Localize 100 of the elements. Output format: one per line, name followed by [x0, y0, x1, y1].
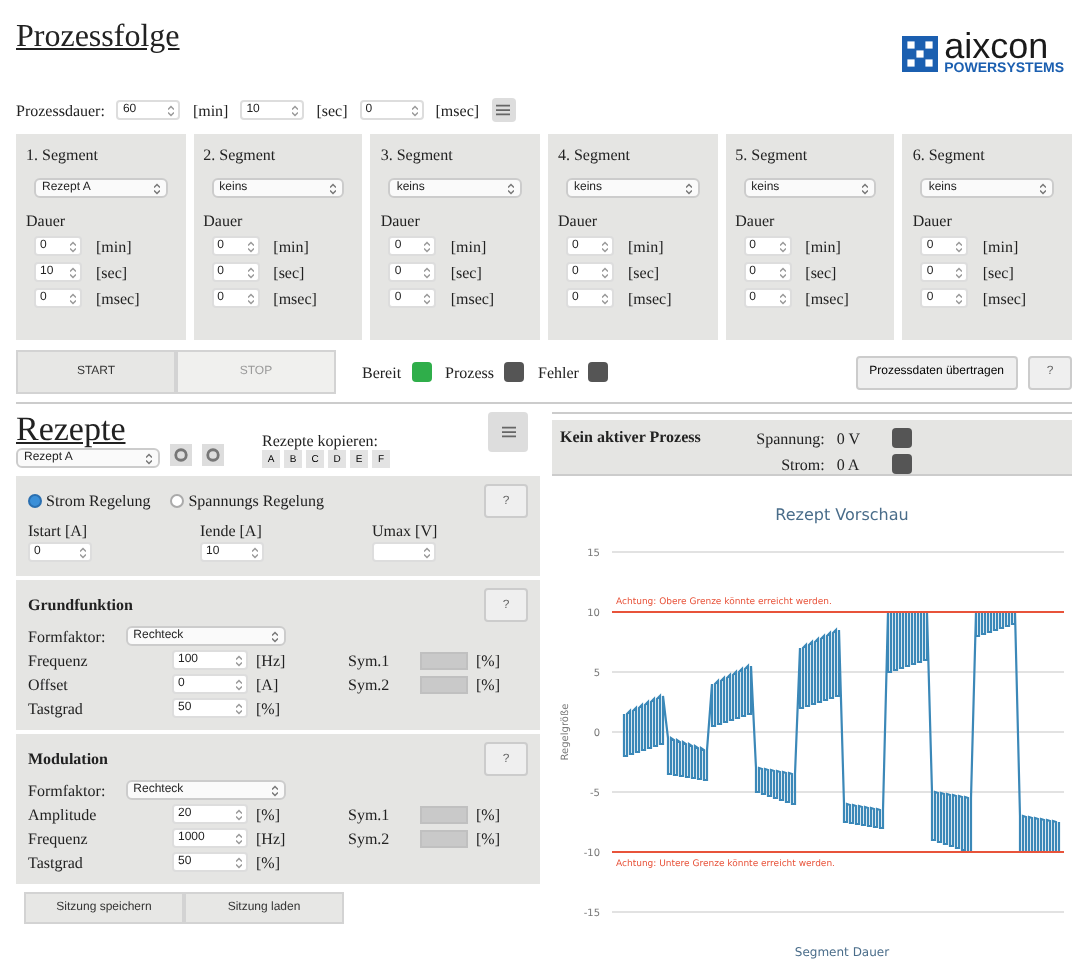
spinner-icon — [779, 265, 786, 279]
segment-title: 6. Segment — [912, 146, 987, 164]
spinner-icon — [424, 545, 430, 559]
unit-label: [msec] — [627, 289, 672, 307]
segment-title: 4. Segment — [557, 146, 632, 164]
unit-label: [sec] — [450, 263, 482, 281]
unit-label: [Hz] — [256, 829, 288, 847]
spinner-icon — [424, 265, 431, 279]
parameter-label: Frequenz — [28, 829, 90, 847]
caret-icon — [271, 783, 278, 797]
unit-label: [msec] — [96, 289, 140, 307]
spinner-icon — [236, 653, 242, 667]
spinner-icon — [601, 239, 608, 253]
reading-value: 0 A — [836, 455, 862, 473]
unit-label: [%] — [256, 853, 282, 871]
unit-label: [sec] — [96, 263, 128, 281]
spinner-icon — [779, 239, 786, 253]
unit-label: [min] — [805, 237, 841, 255]
unit-label: [sec] — [627, 263, 660, 281]
unit-label: [sec] — [316, 101, 348, 119]
unit-label: [msec] — [450, 289, 495, 307]
spinner-icon — [236, 677, 242, 691]
number-field[interactable] — [372, 542, 436, 562]
parameter-label: Istart [A] — [28, 522, 90, 540]
recipe-action-button[interactable] — [170, 444, 192, 466]
indicator-label: Fehler — [538, 363, 579, 381]
spinner-icon — [168, 103, 175, 117]
unit-label: [min] — [192, 101, 229, 119]
parameter-label: Umax [V] — [372, 522, 440, 540]
menu-icon — [501, 426, 515, 438]
caret-icon — [862, 181, 869, 195]
segment-title: 2. Segment — [203, 146, 278, 164]
unit-label: [%] — [476, 651, 502, 669]
caret-icon — [507, 181, 514, 195]
unit-label: [%] — [476, 675, 502, 693]
unit-label: [%] — [256, 699, 282, 717]
parameter-label: Offset — [28, 675, 70, 693]
parameter-label: Sym.2 — [348, 829, 392, 847]
reading-value: 0 V — [836, 429, 862, 447]
spinner-icon — [236, 831, 242, 845]
menu-button[interactable] — [488, 412, 528, 452]
unit-label: [A] — [256, 675, 281, 693]
form-label: Formfaktor: — [28, 627, 106, 645]
spinner-icon — [70, 239, 76, 253]
spinner-icon — [411, 103, 418, 117]
spinner-icon — [601, 265, 608, 279]
radio-button[interactable] — [170, 494, 185, 508]
unit-label: [msec] — [982, 289, 1027, 307]
reading-label: Strom: — [779, 455, 825, 473]
menu-icon — [496, 104, 511, 116]
unit-label: [sec] — [805, 263, 837, 281]
unit-label: [min] — [96, 237, 132, 255]
spinner-icon — [292, 103, 299, 117]
process-status: Kein aktiver Prozess — [560, 428, 701, 450]
spinner-icon — [424, 239, 431, 253]
chart-title: Rezept Vorschau — [775, 506, 909, 524]
spinner-icon — [252, 545, 258, 559]
unit-label: [min] — [273, 237, 309, 255]
recipe-action-button[interactable] — [202, 444, 224, 466]
duration-label: Dauer — [203, 212, 245, 230]
duration-label: Prozessdauer: — [16, 101, 105, 119]
spinner-icon — [236, 701, 242, 715]
parameter-label: Amplitude — [28, 805, 99, 823]
radio-button[interactable] — [28, 494, 42, 508]
duration-label: Dauer — [26, 212, 68, 230]
spinner-icon — [247, 265, 254, 279]
unit-label: [%] — [256, 805, 282, 823]
spinner-icon — [956, 239, 963, 253]
unit-label: [min] — [450, 237, 487, 255]
spinner-icon — [247, 291, 254, 305]
parameter-label: Sym.1 — [348, 805, 392, 823]
duration-label: Dauer — [912, 212, 954, 230]
spinner-icon — [236, 807, 242, 821]
unit-label: [sec] — [273, 263, 305, 281]
radio-label: Strom Regelung — [46, 492, 151, 510]
unit-label: [msec] — [273, 289, 317, 307]
indicator-label: Prozess — [445, 363, 494, 381]
spinner-icon — [956, 265, 963, 279]
duration-label: Dauer — [380, 212, 422, 230]
unit-label: [%] — [476, 805, 502, 823]
section-title: Grundfunktion — [28, 596, 133, 614]
unit-label: [msec] — [805, 289, 849, 307]
section-title: Rezepte — [16, 412, 128, 446]
reading-label: Spannung: — [754, 429, 825, 447]
parameter-label: Tastgrad — [28, 853, 85, 871]
spinner-icon — [779, 291, 786, 305]
spinner-icon — [80, 545, 86, 559]
parameter-label: Tastgrad — [28, 699, 85, 717]
spinner-icon — [424, 291, 431, 305]
caret-icon — [1039, 181, 1046, 195]
unit-label: [min] — [627, 237, 664, 255]
segment-title: 3. Segment — [380, 146, 455, 164]
unit-label: [sec] — [982, 263, 1014, 281]
spinner-icon — [70, 291, 76, 305]
parameter-label: Iende [A] — [200, 522, 264, 540]
duration-label: Dauer — [557, 212, 600, 230]
caret-icon — [153, 181, 160, 195]
unit-label: [%] — [476, 829, 502, 847]
spinner-icon — [236, 855, 242, 869]
menu-button[interactable] — [491, 98, 516, 122]
